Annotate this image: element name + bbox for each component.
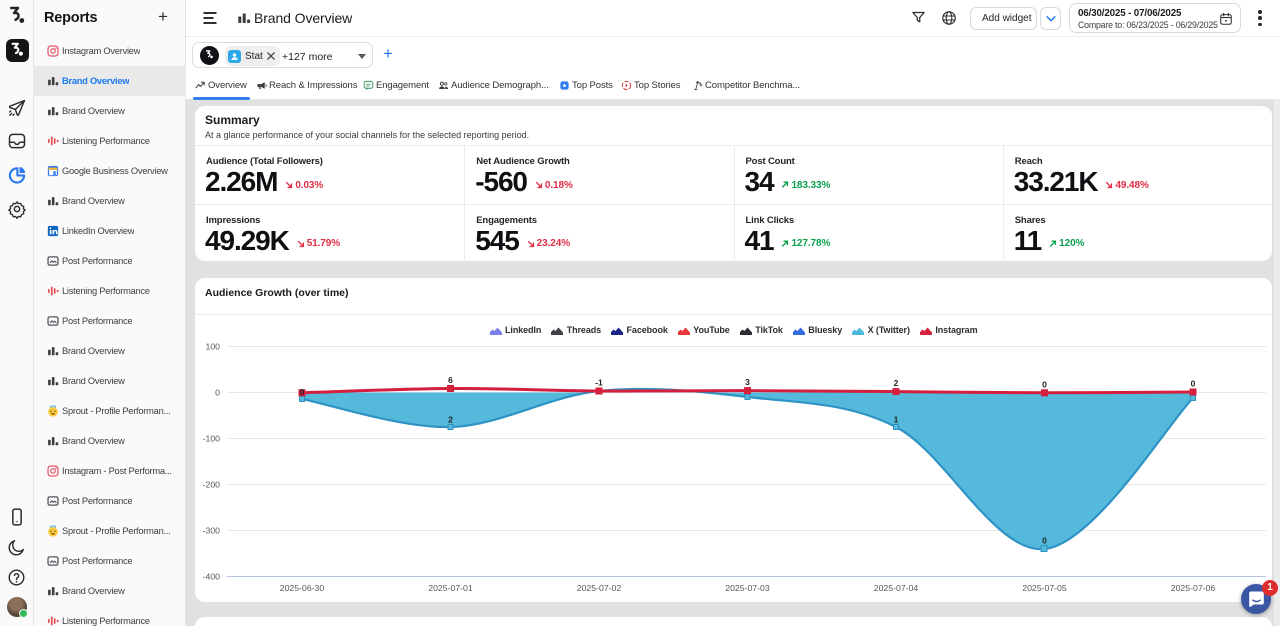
- svg-text:2025-07-01: 2025-07-01: [428, 583, 473, 593]
- svg-text:0: 0: [1191, 379, 1196, 389]
- svg-text:-200: -200: [203, 480, 221, 490]
- svg-text:-1: -1: [595, 378, 603, 388]
- svg-text:2025-07-04: 2025-07-04: [874, 583, 919, 593]
- svg-text:3: 3: [745, 377, 750, 387]
- svg-text:2025-07-05: 2025-07-05: [1022, 583, 1067, 593]
- svg-text:-400: -400: [203, 572, 221, 582]
- svg-text:2025-06-30: 2025-06-30: [280, 583, 325, 593]
- svg-text:2: 2: [448, 415, 453, 425]
- svg-text:2: 2: [894, 378, 899, 388]
- svg-text:0: 0: [1042, 380, 1047, 390]
- svg-text:2025-07-06: 2025-07-06: [1171, 583, 1216, 593]
- svg-text:0: 0: [215, 388, 220, 398]
- svg-text:0: 0: [300, 387, 305, 397]
- svg-text:-100: -100: [203, 434, 221, 444]
- svg-text:2025-07-02: 2025-07-02: [577, 583, 622, 593]
- svg-text:6: 6: [448, 375, 453, 385]
- svg-text:1: 1: [894, 415, 899, 425]
- svg-text:0: 0: [1042, 536, 1047, 546]
- svg-text:100: 100: [206, 342, 221, 352]
- svg-text:2025-07-03: 2025-07-03: [725, 583, 770, 593]
- svg-text:-300: -300: [203, 526, 221, 536]
